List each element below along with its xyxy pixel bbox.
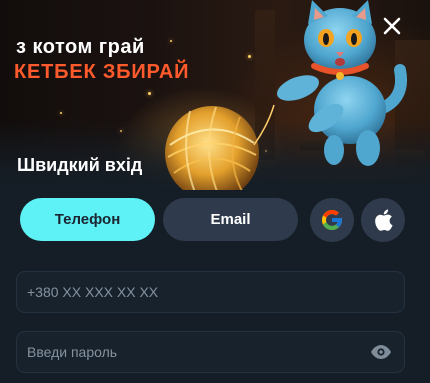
promo-headline-line1: з котом грай [16, 36, 145, 58]
close-icon [383, 17, 401, 35]
sparkle-decoration [248, 55, 251, 58]
google-login-button[interactable] [310, 198, 354, 242]
login-modal: з котом грай КЕТБЕК ЗБИРАЙ Швидкий вхід … [0, 0, 430, 383]
sparkle-decoration [120, 130, 122, 132]
sparkle-decoration [170, 40, 172, 42]
password-visibility-toggle[interactable] [370, 341, 392, 363]
apple-icon [375, 209, 393, 231]
password-input[interactable] [17, 332, 370, 372]
promo-headline-line2: КЕТБЕК ЗБИРАЙ [14, 61, 190, 83]
phone-field[interactable] [16, 271, 405, 313]
apple-login-button[interactable] [361, 198, 405, 242]
tab-email-label: Email [210, 211, 251, 228]
close-button[interactable] [380, 14, 404, 38]
phone-input[interactable] [17, 272, 404, 312]
yarn-ball-illustration [165, 104, 275, 190]
password-field[interactable] [16, 331, 405, 373]
tab-phone[interactable]: Телефон [20, 198, 155, 241]
sparkle-decoration [60, 112, 62, 114]
tab-phone-label: Телефон [54, 211, 121, 228]
tab-email[interactable]: Email [163, 198, 298, 241]
eye-icon [371, 345, 391, 359]
google-icon [322, 210, 342, 230]
modal-title: Швидкий вхід [17, 155, 143, 175]
